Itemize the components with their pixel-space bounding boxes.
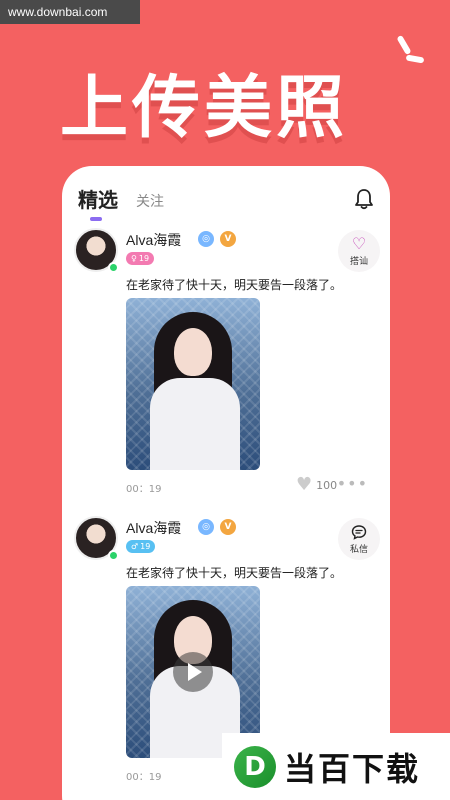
sparkle-decoration <box>390 30 430 70</box>
age-value: 19 <box>140 542 151 551</box>
age-value: 19 <box>138 254 150 263</box>
post-caption: 在老家待了快十天，明天要告一段落了。 <box>126 566 343 580</box>
play-icon[interactable] <box>173 652 213 692</box>
chat-icon <box>351 524 367 540</box>
tab-following[interactable]: 关注 <box>136 191 164 213</box>
age-badge: ♂ 19 <box>126 540 156 553</box>
like-count: 100 <box>316 478 338 492</box>
like-button[interactable]: ♥ 100 <box>296 476 337 494</box>
online-indicator <box>108 262 119 273</box>
age-badge: ♀ 19 <box>126 252 155 265</box>
heart-icon: ♡ <box>351 233 367 253</box>
vip-icon: V <box>220 519 236 535</box>
greet-button[interactable]: ♡ 搭讪 <box>338 230 380 272</box>
male-icon: ♂ <box>131 542 139 551</box>
brand-watermark: D 当百下载 <box>222 733 450 800</box>
post-time: 00：19 <box>126 484 162 495</box>
verified-icon: ◎ <box>198 231 214 247</box>
feed-tabs: 精选 关注 <box>78 184 164 221</box>
post-time: 00：19 <box>126 772 162 783</box>
vip-icon: V <box>220 231 236 247</box>
message-label: 私信 <box>349 544 368 555</box>
tab-featured[interactable]: 精选 <box>78 184 118 221</box>
post-photo[interactable] <box>126 298 260 470</box>
bell-icon[interactable] <box>354 188 374 210</box>
brand-logo-icon: D <box>234 745 276 788</box>
like-icon: ♥ <box>296 474 313 495</box>
post-caption: 在老家待了快十天，明天要告一段落了。 <box>126 278 343 292</box>
greet-label: 搭讪 <box>349 256 368 267</box>
verified-icon: ◎ <box>198 519 214 535</box>
more-icon[interactable]: ••• <box>337 474 368 493</box>
user-name[interactable]: Alva海霞 <box>126 518 181 538</box>
promo-headline: 上传美照 <box>60 69 349 148</box>
user-name[interactable]: Alva海霞 <box>126 230 181 250</box>
brand-name: 当百下载 <box>284 749 421 788</box>
online-indicator <box>108 550 119 561</box>
site-watermark: www.downbai.com <box>0 0 140 24</box>
female-icon: ♀ <box>131 254 137 263</box>
message-button[interactable]: 私信 <box>338 518 380 560</box>
phone-screen: 精选 关注 Alva海霞 ◎ V ♀ 19 ♡ 搭讪 在老家待了快十天，明天要告… <box>62 166 390 800</box>
